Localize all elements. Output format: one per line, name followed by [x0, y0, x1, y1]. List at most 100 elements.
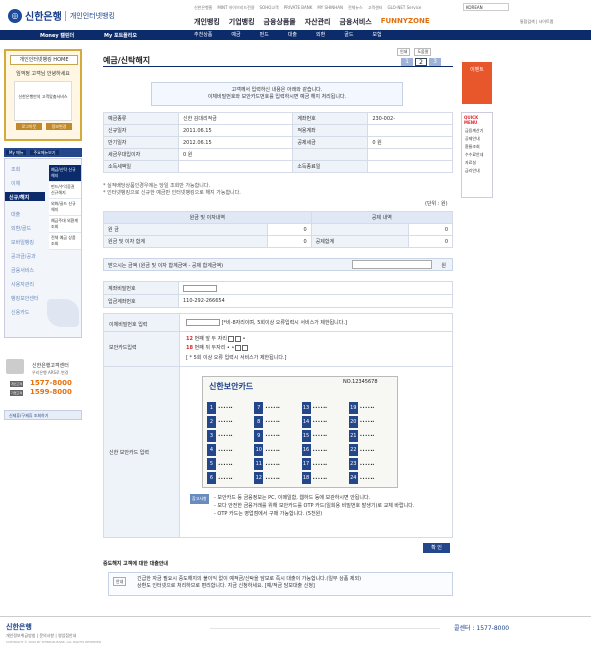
submenu-item-active[interactable]: 예금/신탁 신규해지	[49, 165, 81, 182]
account-table: 계좌비밀번호 입금계좌번호 110-292-266654	[103, 281, 453, 308]
label: 신한 보안카드 입력	[109, 450, 149, 456]
receive-amount-label: 받으시는 금액 (원금 및 이자 합계금액 - 공제 합계금액)	[108, 263, 224, 269]
event-banner[interactable]: 이벤트	[462, 62, 492, 104]
toplink[interactable]: PRIVATE BANK	[284, 5, 313, 11]
quick-item[interactable]: 환율조회	[462, 143, 492, 151]
my-portfolio-link[interactable]: My 포트폴리오	[104, 32, 137, 39]
cc-label: 개인고객	[10, 381, 24, 387]
subnav-item[interactable]: 외환	[316, 31, 325, 38]
subnav-item[interactable]: 예금	[231, 31, 240, 38]
sidebar-item-active[interactable]: 신규/해지	[5, 192, 45, 201]
help-button[interactable]: 도움말	[414, 48, 432, 56]
card-cell-number: 1	[207, 401, 216, 414]
card-cell-number: 14	[301, 415, 311, 428]
toplink[interactable]: 고객센터	[368, 5, 383, 11]
nav-funzone[interactable]: FUNNYZONE	[381, 17, 430, 27]
page-tools: 인쇄 도움말	[397, 48, 432, 56]
confirm-button[interactable]: 확 인	[423, 543, 450, 553]
notice-box: 고객께서 입력하신 내용은 아래와 같습니다. 이체비밀번호와 보안카드번호를 …	[151, 82, 403, 106]
security-digit-input[interactable]	[234, 335, 241, 342]
card-inquiry-link[interactable]: 신제휴/구제휴 조회하기	[4, 410, 82, 420]
toplink[interactable]: 신한은행홈	[194, 5, 212, 11]
account-password-input[interactable]	[183, 284, 217, 292]
money-calendar-link[interactable]: Money 캘린더	[40, 32, 74, 39]
nav-item[interactable]: 자산관리	[305, 17, 331, 27]
subnav-item[interactable]: 펀드	[260, 31, 269, 38]
submenu-item[interactable]: 전체 예금 상품조회	[49, 233, 81, 250]
toplink[interactable]: MY SHINHAN	[317, 5, 343, 11]
sidebar-item[interactable]: 뱅킹보안센터	[11, 295, 39, 302]
custom-service-banner[interactable]: 신한은행만의 고객맞춤서비스	[14, 81, 72, 121]
phone-icon	[6, 359, 24, 374]
nav-item[interactable]: 금융서비스	[340, 17, 372, 27]
tab-main-menu[interactable]: 주요메뉴보기	[30, 150, 59, 155]
nav-item[interactable]: 개인뱅킹	[194, 17, 220, 27]
language-select[interactable]: KOREAN	[463, 3, 509, 11]
toplink[interactable]: GLO-NET Service	[387, 5, 421, 11]
toplink[interactable]: MINT 하이브리드전용	[217, 5, 254, 11]
sidebar-item[interactable]: 신용카드	[11, 309, 29, 316]
subnav-item[interactable]: 추천상품	[194, 31, 212, 38]
tab-my-menu[interactable]: My 메뉴	[6, 150, 27, 155]
quick-item[interactable]: 금리안내	[462, 167, 492, 175]
nav-item[interactable]: 기업뱅킹	[229, 17, 255, 27]
sidebar-item[interactable]: 모바일뱅킹	[11, 239, 34, 246]
label: 세금우대입이자	[103, 148, 179, 161]
print-button[interactable]: 인쇄	[397, 48, 411, 56]
card-cell-digits: • • • • ••	[265, 405, 280, 411]
sidebar-item[interactable]: 이체	[11, 180, 20, 187]
quick-item[interactable]: 금융계산기	[462, 127, 492, 135]
sidebar-item[interactable]: 공과금/공과	[11, 253, 36, 260]
sidebar-item[interactable]: 금융서비스	[11, 267, 34, 274]
utility-links[interactable]: 통합검색 | 사이트맵	[520, 19, 553, 25]
sidebar-item[interactable]: 조회	[11, 166, 20, 173]
whale-graphic	[47, 299, 79, 327]
card-cell: 16 • • • • ••	[301, 444, 348, 457]
submenu-item[interactable]: 외화/골드 신규해지	[49, 199, 81, 216]
submenu-item[interactable]: 펀드/수익증권 신규해지	[49, 182, 81, 199]
sidebar-item[interactable]: 사용자관리	[11, 281, 34, 288]
subnav-item[interactable]: 골드	[344, 31, 353, 38]
footer-links[interactable]: 개인정보취급방침 | 문의사항 | 영업점안내	[6, 633, 76, 639]
nav-item[interactable]: 금융상품몰	[264, 17, 296, 27]
security-digit-input[interactable]	[242, 344, 249, 351]
toplink[interactable]: 전체뉴스	[348, 5, 363, 11]
card-cell: 12 • • • • ••	[254, 472, 300, 485]
home-button[interactable]: 개인인터넷뱅킹 HOME	[10, 55, 78, 65]
sidebar-item[interactable]: 대출	[11, 211, 20, 218]
security-index: 12	[186, 336, 193, 342]
note: - 보다 안전한 금융거래를 위해 보안카드를 OTP 카드(일회용 비밀번호 …	[214, 503, 415, 509]
value: 0	[408, 235, 453, 248]
edit-info-button[interactable]: 정보변경	[46, 123, 72, 130]
subnav-item[interactable]: 대출	[288, 31, 297, 38]
security-digit-input[interactable]	[227, 335, 234, 342]
transfer-password-input[interactable]	[186, 319, 220, 326]
value: 0 원	[367, 136, 453, 149]
card-cell-number: 7	[254, 401, 264, 414]
label: 만기일자	[103, 136, 179, 149]
security-digit-input[interactable]	[235, 344, 242, 351]
submenu-item[interactable]: 예금주대 외환계 조회	[49, 216, 81, 233]
cc-label: 기업고객	[10, 390, 24, 396]
badge: 참고사항	[190, 494, 209, 504]
bank-logo[interactable]: ◎ 신한은행 개인인터넷뱅킹	[8, 8, 115, 23]
logout-button[interactable]: 로그아웃	[16, 123, 42, 130]
quick-item[interactable]: 수수료안내	[462, 151, 492, 159]
toplink[interactable]: SOHO고객	[260, 5, 279, 11]
quick-item[interactable]: 자료실	[462, 159, 492, 167]
card-cell-digits: • • • • ••	[359, 447, 375, 453]
step: 1	[401, 58, 413, 66]
notice-tag: 안내	[113, 577, 127, 586]
label: 예금종류	[103, 112, 179, 125]
subnav-item[interactable]: 보험	[372, 31, 381, 38]
value: 2011.06.15	[177, 124, 294, 137]
card-cell: 19 • • • • ••	[348, 401, 395, 414]
loan-apply-link[interactable]: 상환도 인터넷으로 처리하므로 편리합니다. 지금 신청하세요. [예/적금 담…	[137, 583, 448, 590]
card-cell: 4 • • • • ••	[207, 444, 253, 457]
card-cell-digits: • • • • ••	[359, 419, 375, 425]
quick-item[interactable]: 공제안내	[462, 135, 492, 143]
card-title: 신한보안카드	[209, 382, 254, 391]
hint: [ * 5회 이상 오류 입력시 서비스가 제한됩니다.]	[186, 355, 287, 361]
label: 신규일자	[103, 124, 179, 137]
sidebar-item[interactable]: 외환/골드	[11, 225, 31, 232]
